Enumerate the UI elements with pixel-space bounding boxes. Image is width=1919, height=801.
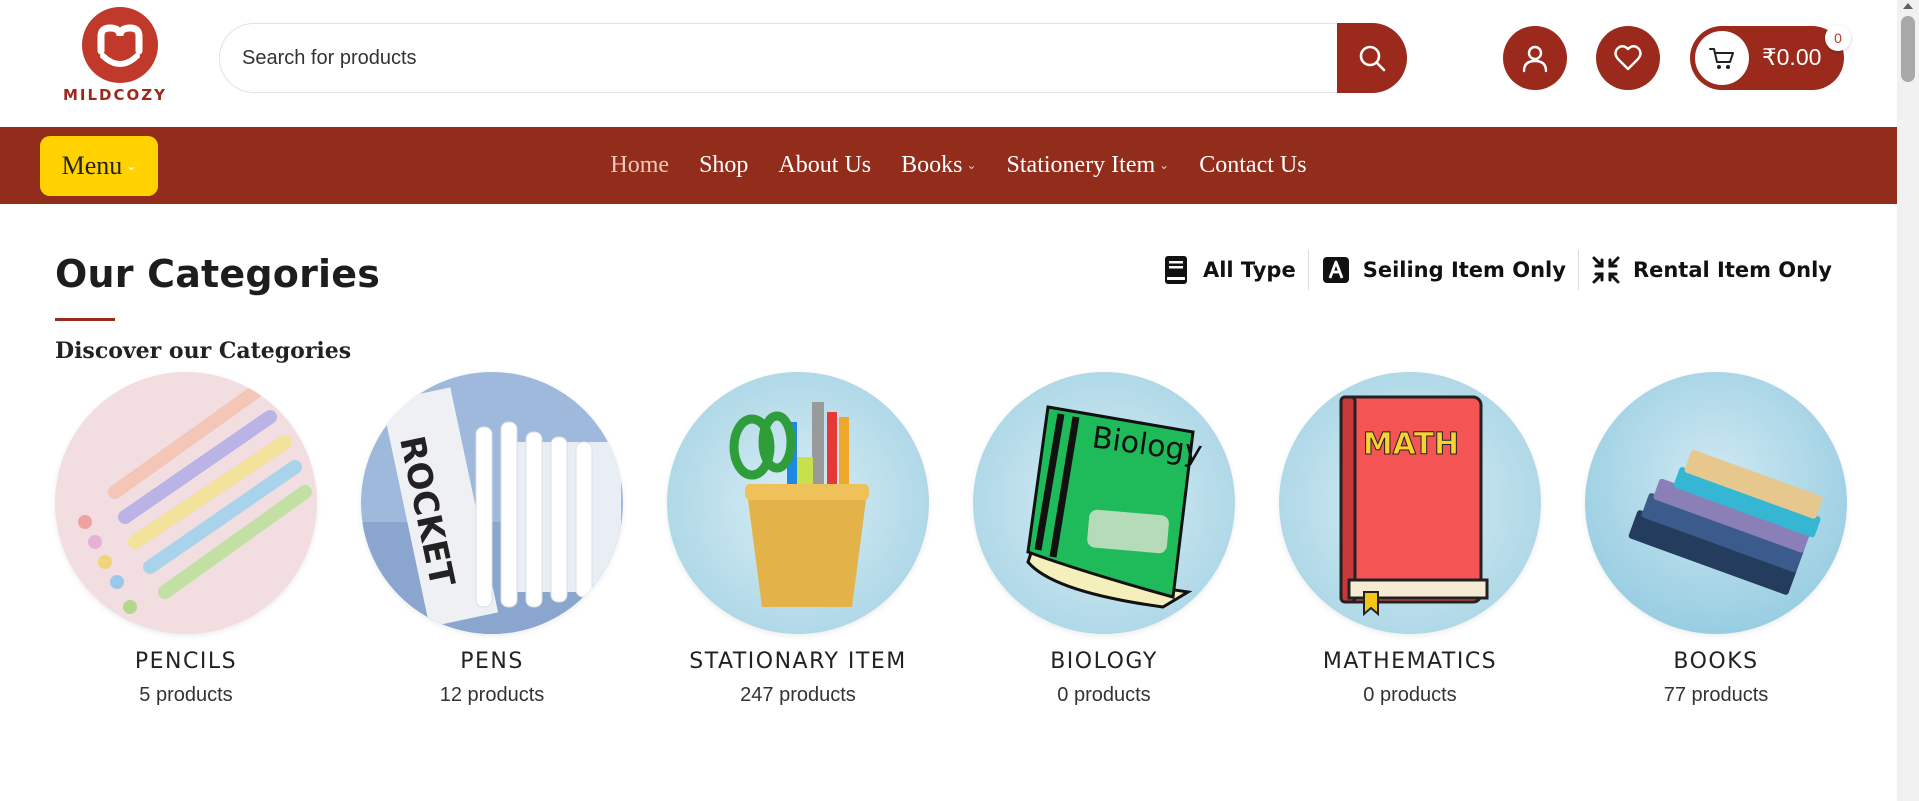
category-grid: PENCILS 5 products ROCKET PENS 12 produc… xyxy=(55,372,1847,722)
account-button[interactable] xyxy=(1503,26,1567,90)
category-card-biology[interactable]: Biology BIOLOGY 0 products xyxy=(973,372,1235,707)
chevron-down-icon: ⌄ xyxy=(1159,158,1170,172)
cart-amount: ₹0.00 xyxy=(1762,44,1822,70)
nav-link-contact-us[interactable]: Contact Us xyxy=(1199,152,1306,179)
category-count: 0 products xyxy=(1363,684,1457,706)
category-image-stationary-item[interactable] xyxy=(667,372,929,634)
svg-text:MATH: MATH xyxy=(1363,427,1459,462)
category-count: 0 products xyxy=(1057,684,1151,706)
logo-mark-icon xyxy=(82,7,158,83)
section-subtitle: Discover our Categories xyxy=(55,338,352,364)
category-name[interactable]: BIOLOGY xyxy=(973,649,1235,674)
nav-link-about-us[interactable]: About Us xyxy=(778,152,871,179)
category-name[interactable]: PENS xyxy=(361,649,623,674)
category-name[interactable]: BOOKS xyxy=(1585,649,1847,674)
category-card-pencils[interactable]: PENCILS 5 products xyxy=(55,372,317,707)
category-count: 77 products xyxy=(1663,684,1769,706)
category-card-pens[interactable]: ROCKET PENS 12 products xyxy=(361,372,623,707)
nav-link-books[interactable]: Books ⌄ xyxy=(901,152,976,179)
brand-name: MILDCOZY xyxy=(62,86,167,104)
nav-links: Home Shop About Us Books ⌄ Stationery Ite… xyxy=(0,127,1897,204)
search-box xyxy=(219,23,1407,93)
category-name[interactable]: STATIONARY ITEM xyxy=(667,649,929,674)
category-image-books[interactable] xyxy=(1585,372,1847,634)
category-name[interactable]: PENCILS xyxy=(55,649,317,674)
menu-button[interactable]: Menu ⌄ xyxy=(40,136,158,196)
category-image-mathematics[interactable]: MATH xyxy=(1279,372,1541,634)
book-icon xyxy=(1161,255,1191,285)
category-count: 12 products xyxy=(439,684,545,706)
wishlist-button[interactable] xyxy=(1596,26,1660,90)
category-image-biology[interactable]: Biology xyxy=(973,372,1235,634)
main-nav: Home Shop About Us Books ⌄ Stationery Ite… xyxy=(0,127,1897,204)
category-name[interactable]: MATHEMATICS xyxy=(1279,649,1541,674)
menu-label: Menu xyxy=(61,151,123,180)
category-card-mathematics[interactable]: MATH MATHEMATICS 0 products xyxy=(1279,372,1541,707)
compress-icon xyxy=(1591,255,1621,285)
scroll-up-arrow-icon[interactable] xyxy=(1903,3,1913,9)
chevron-down-icon: ⌄ xyxy=(966,158,977,172)
site-header: MILDCOZY ₹0.00 0 xyxy=(0,0,1897,127)
filter-all-type[interactable]: All Type xyxy=(1149,250,1308,290)
section-title: Our Categories xyxy=(55,252,381,296)
category-card-stationary-item[interactable]: STATIONARY ITEM 247 products xyxy=(667,372,929,707)
filter-selling-only[interactable]: Seiling Item Only xyxy=(1309,250,1578,290)
category-filters: All Type Seiling Item Only Rental Item O… xyxy=(1149,250,1844,290)
filter-rental-only[interactable]: Rental Item Only xyxy=(1579,250,1844,290)
brand-logo[interactable]: MILDCOZY xyxy=(55,6,175,106)
chevron-down-icon: ⌄ xyxy=(126,158,137,173)
title-underline xyxy=(55,318,115,321)
search-icon xyxy=(1359,45,1386,72)
cart-button[interactable]: ₹0.00 0 xyxy=(1690,25,1851,90)
search-button[interactable] xyxy=(1337,23,1407,93)
category-count: 247 products xyxy=(740,684,856,706)
heart-icon xyxy=(1614,45,1642,71)
nav-link-home[interactable]: Home xyxy=(610,152,669,179)
category-image-pens[interactable]: ROCKET xyxy=(361,372,623,634)
category-image-pencils[interactable] xyxy=(55,372,317,634)
nav-link-shop[interactable]: Shop xyxy=(699,152,748,179)
cart-count-badge: 0 xyxy=(1825,25,1851,51)
letter-a-icon xyxy=(1321,255,1351,285)
search-input[interactable] xyxy=(242,24,1342,92)
category-count: 5 products xyxy=(139,684,233,706)
page-scrollbar[interactable] xyxy=(1897,0,1919,801)
cart-icon xyxy=(1709,48,1734,69)
nav-link-stationery-item[interactable]: Stationery Item ⌄ xyxy=(1007,152,1170,179)
user-icon xyxy=(1522,45,1548,73)
scrollbar-thumb[interactable] xyxy=(1901,16,1915,82)
category-card-books[interactable]: BOOKS 77 products xyxy=(1585,372,1847,707)
